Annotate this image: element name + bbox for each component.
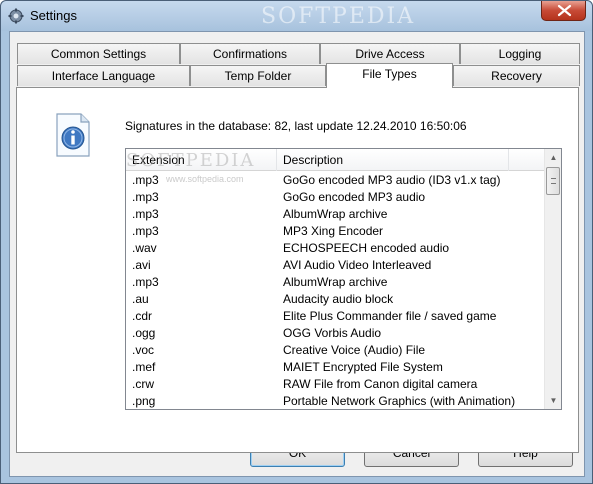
column-header-description[interactable]: Description	[277, 149, 509, 171]
list-item[interactable]: .au Audacity audio block	[126, 291, 544, 308]
title-bar[interactable]: Settings SOFTPEDIA	[1, 1, 592, 31]
tab-confirmations[interactable]: Confirmations	[180, 43, 320, 64]
list-item[interactable]: .mp3 AlbumWrap archive	[126, 274, 544, 291]
list-item[interactable]: .ogg OGG Vorbis Audio	[126, 325, 544, 342]
description-cell: AVI Audio Video Interleaved	[283, 258, 432, 272]
description-cell: RAW File from Canon digital camera	[283, 377, 478, 391]
list-item[interactable]: .mp3 AlbumWrap archive	[126, 206, 544, 223]
description-cell: MAIET Encrypted File System	[283, 360, 443, 374]
tab-file-types[interactable]: File Types	[326, 63, 453, 88]
vertical-scrollbar[interactable]: ▲ ▼	[544, 149, 561, 409]
tab-recovery[interactable]: Recovery	[453, 65, 580, 86]
tab-temp-folder[interactable]: Temp Folder	[190, 65, 326, 86]
extension-cell: .mp3	[132, 190, 159, 204]
file-types-panel: Signatures in the database: 82, last upd…	[16, 87, 579, 453]
scrollbar-grip-icon	[551, 178, 556, 184]
scroll-down-arrow-icon[interactable]: ▼	[545, 392, 561, 409]
list-item[interactable]: .voc Creative Voice (Audio) File	[126, 342, 544, 359]
extension-cell: .voc	[132, 343, 155, 357]
extension-cell: .mp3	[132, 224, 159, 238]
list-header: Extension Description	[126, 149, 544, 171]
list-item[interactable]: .mp3 GoGo encoded MP3 audio (ID3 v1.x tag…	[126, 172, 544, 189]
column-header-extension[interactable]: Extension	[126, 149, 277, 171]
description-cell: GoGo encoded MP3 audio	[283, 190, 426, 204]
extension-cell: .avi	[132, 258, 151, 272]
scroll-up-arrow-icon[interactable]: ▲	[545, 149, 561, 166]
description-cell: Portable Network Graphics (with Animatio…	[283, 394, 516, 408]
tab-drive-access[interactable]: Drive Access	[320, 43, 460, 64]
list-item[interactable]: .mef MAIET Encrypted File System	[126, 359, 544, 376]
extension-cell: .cdr	[132, 309, 153, 323]
extension-cell: .png	[132, 394, 156, 408]
description-cell: ECHOSPEECH encoded audio	[283, 241, 450, 255]
description-cell: OGG Vorbis Audio	[283, 326, 382, 340]
tab-logging[interactable]: Logging	[460, 43, 580, 64]
description-cell: AlbumWrap archive	[283, 275, 388, 289]
extension-cell: .mp3	[132, 207, 159, 221]
tab-common-settings[interactable]: Common Settings	[17, 43, 180, 64]
extension-cell: .mp3	[132, 275, 159, 289]
description-cell: MP3 Xing Encoder	[283, 224, 384, 238]
list-item[interactable]: .png Portable Network Graphics (with Anim…	[126, 393, 544, 409]
close-icon	[557, 4, 572, 17]
description-cell: GoGo encoded MP3 audio (ID3 v1.x tag)	[283, 173, 501, 187]
extension-cell: .au	[132, 292, 149, 306]
extension-cell: .ogg	[132, 326, 156, 340]
extension-cell: .mef	[132, 360, 156, 374]
tab-interface-language[interactable]: Interface Language	[17, 65, 190, 86]
list-item[interactable]: .cdr Elite Plus Commander file / saved ga…	[126, 308, 544, 325]
extension-cell: .crw	[132, 377, 154, 391]
dialog-client-area: Common Settings Confirmations Drive Acce…	[9, 31, 585, 477]
close-button[interactable]	[541, 1, 586, 21]
settings-window: Settings SOFTPEDIA Common Settings Confi…	[0, 0, 593, 484]
description-cell: Elite Plus Commander file / saved game	[283, 309, 497, 323]
file-types-list[interactable]: Extension Description SOFTPEDIA www.soft…	[125, 148, 562, 410]
list-item[interactable]: .avi AVI Audio Video Interleaved	[126, 257, 544, 274]
extension-cell: .wav	[132, 241, 157, 255]
info-icon	[56, 113, 90, 157]
window-title: Settings	[30, 8, 77, 23]
description-cell: AlbumWrap archive	[283, 207, 388, 221]
title-watermark: SOFTPEDIA	[261, 4, 416, 29]
list-item[interactable]: .wav ECHOSPEECH encoded audio	[126, 240, 544, 257]
signatures-info-text: Signatures in the database: 82, last upd…	[125, 119, 467, 133]
settings-app-icon	[8, 8, 24, 24]
list-item[interactable]: .mp3 GoGo encoded MP3 audio	[126, 189, 544, 206]
scrollbar-thumb[interactable]	[546, 167, 560, 195]
list-item[interactable]: .crw RAW File from Canon digital camera	[126, 376, 544, 393]
description-cell: Creative Voice (Audio) File	[283, 343, 426, 357]
list-body: .mp3 GoGo encoded MP3 audio (ID3 v1.x tag…	[126, 172, 544, 409]
description-cell: Audacity audio block	[283, 292, 394, 306]
list-item[interactable]: .mp3 MP3 Xing Encoder	[126, 223, 544, 240]
extension-cell: .mp3	[132, 173, 159, 187]
